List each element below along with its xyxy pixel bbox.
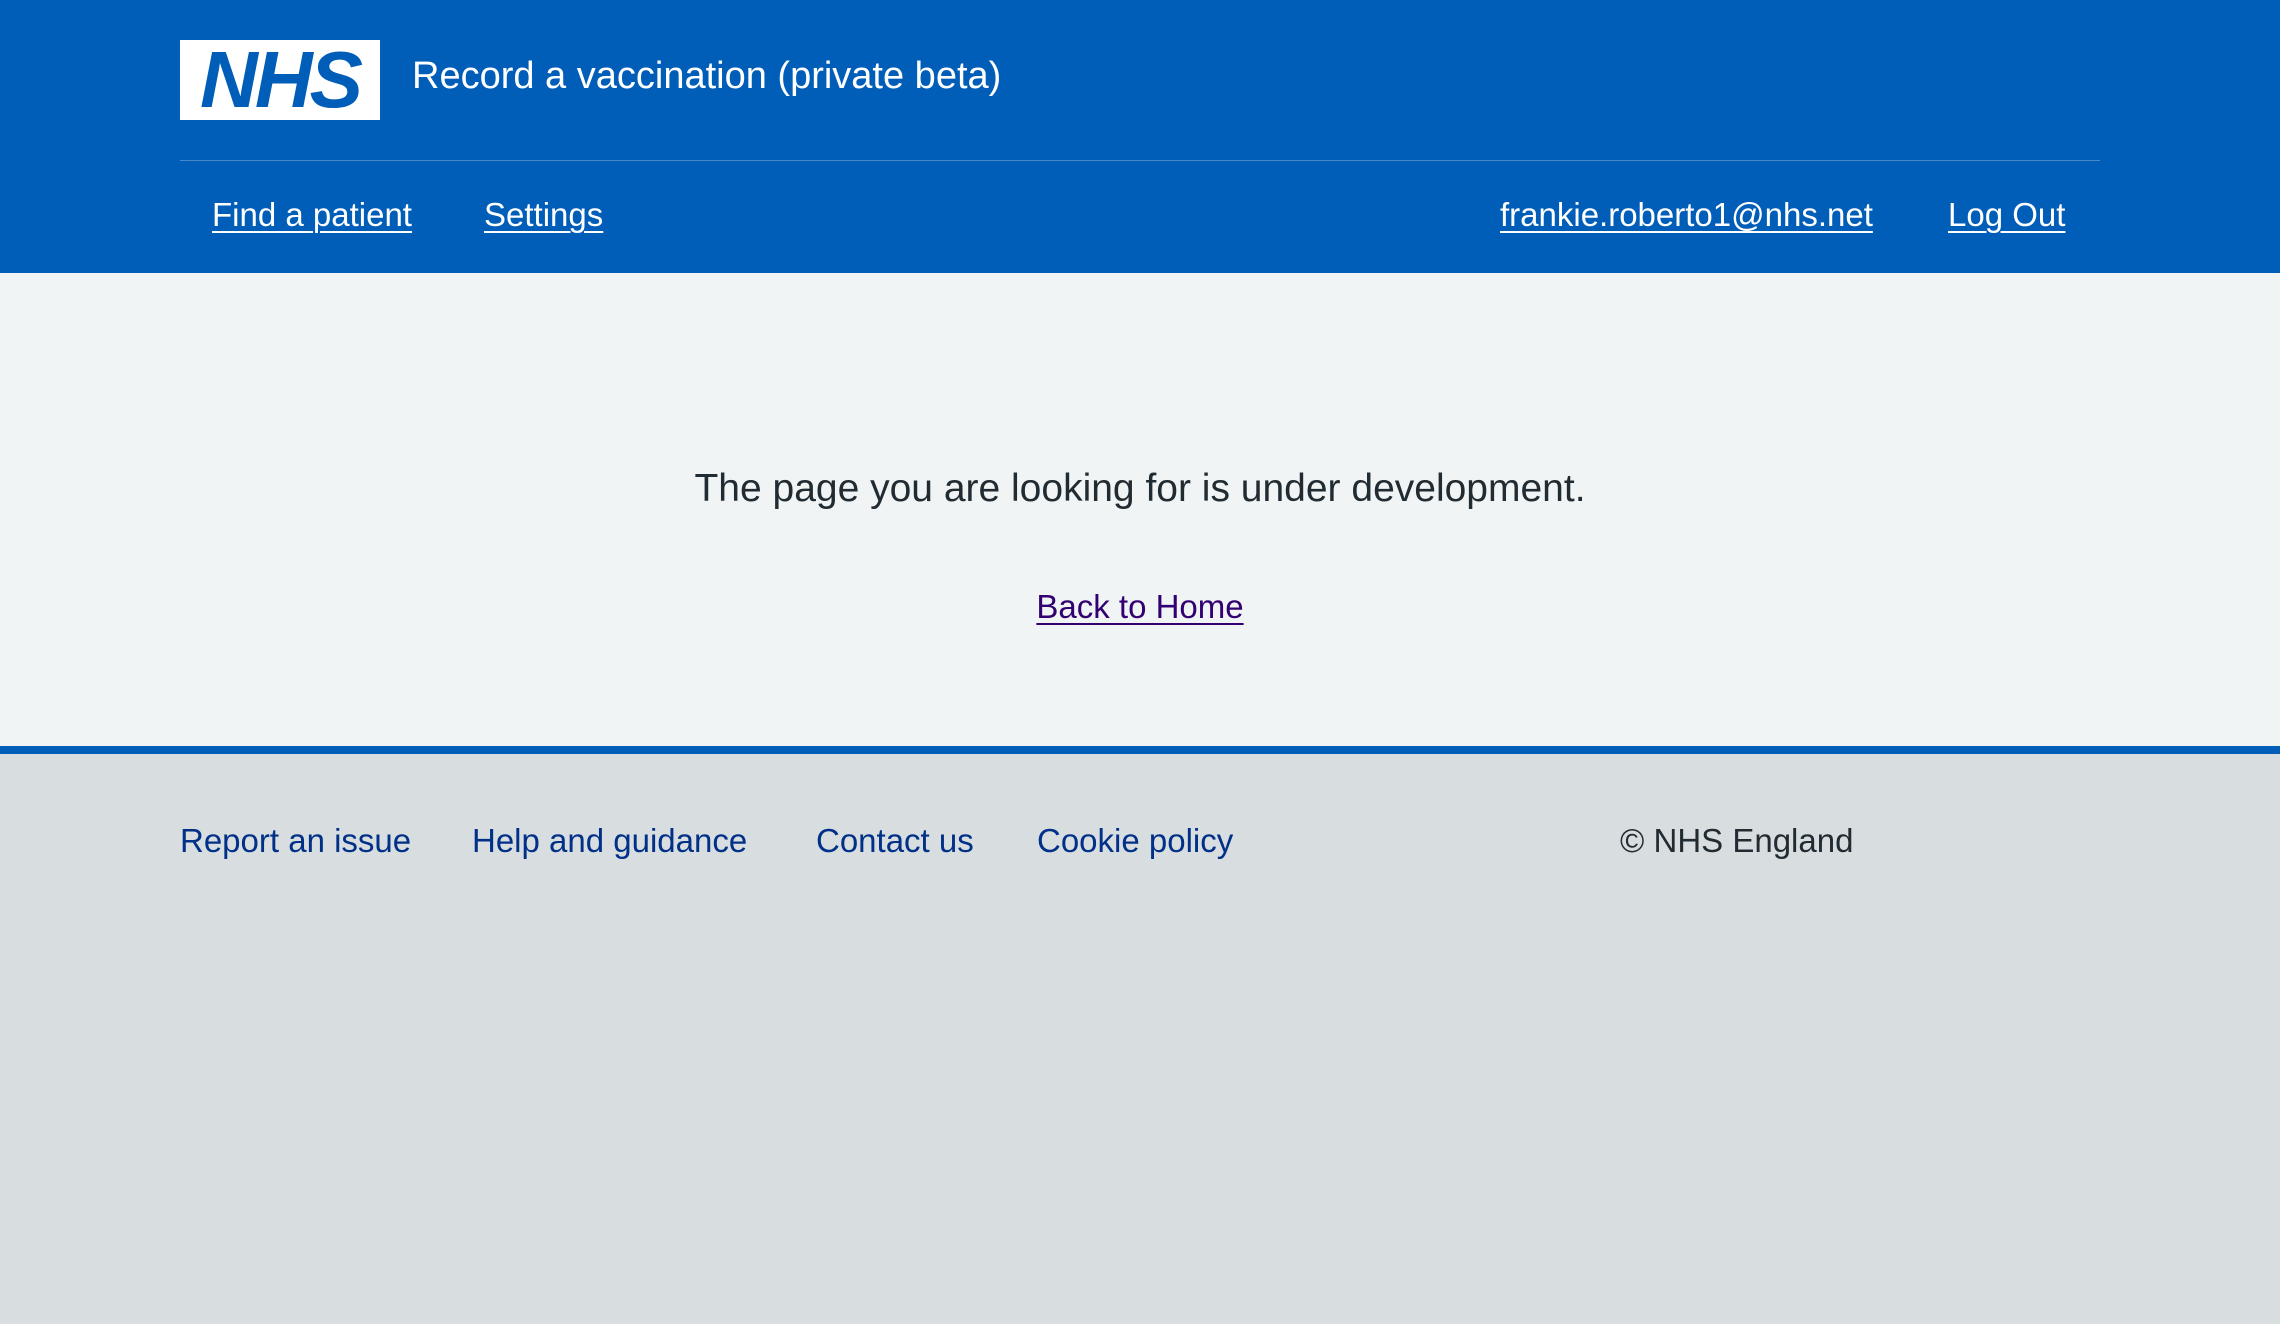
nav-settings-link[interactable]: Settings (484, 190, 603, 240)
footer-help-guidance-link[interactable]: Help and guidance (472, 816, 747, 866)
nhs-logo-text: NHS (200, 45, 363, 115)
main-content: The page you are looking for is under de… (0, 273, 2280, 746)
footer-contact-us-link[interactable]: Contact us (816, 816, 974, 866)
nav-find-patient-link[interactable]: Find a patient (212, 190, 412, 240)
site-footer: Report an issue Help and guidance Contac… (0, 754, 2280, 1324)
back-to-home-link[interactable]: Back to Home (1036, 588, 1243, 625)
header-divider (180, 160, 2100, 161)
site-header: NHS Record a vaccination (private beta) … (0, 0, 2280, 273)
nav-user-email-link[interactable]: frankie.roberto1@nhs.net (1500, 190, 1873, 240)
footer-cookie-policy-link[interactable]: Cookie policy (1037, 816, 1233, 866)
copyright-text: © NHS England (1620, 822, 1854, 859)
nhs-logo[interactable]: NHS (180, 40, 380, 120)
service-name[interactable]: Record a vaccination (private beta) (412, 50, 1001, 102)
footer-report-issue-link[interactable]: Report an issue (180, 816, 411, 866)
nav-log-out-link[interactable]: Log Out (1948, 190, 2065, 240)
under-development-message: The page you are looking for is under de… (694, 467, 1586, 510)
footer-top-border (0, 746, 2280, 754)
back-link-container: Back to Home (0, 583, 2280, 638)
nhs-logo-mark: NHS (200, 45, 366, 115)
